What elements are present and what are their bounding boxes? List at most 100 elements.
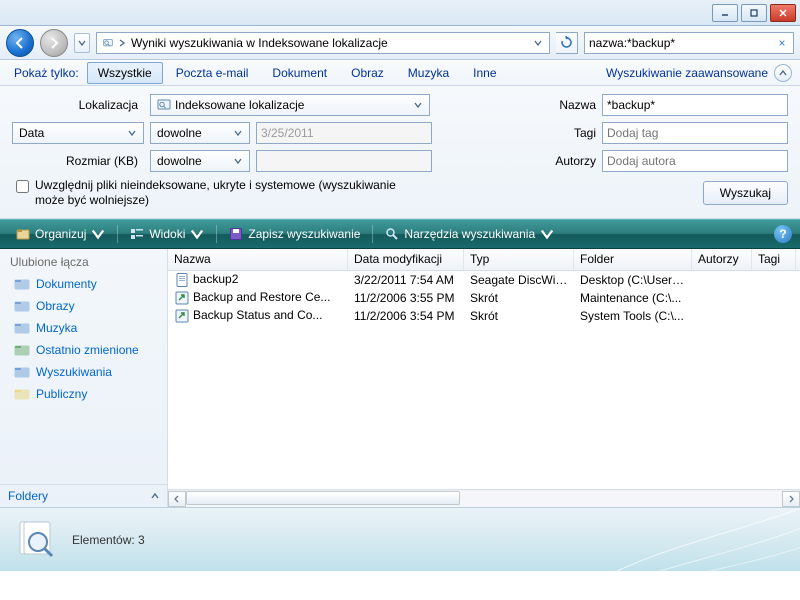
- address-dropdown[interactable]: [529, 39, 547, 47]
- file-rows: backup23/22/2011 7:54 AMSeagate DiscWiza…: [168, 271, 800, 489]
- command-bar: Organizuj Widoki Zapisz wyszukiwanie Nar…: [0, 219, 800, 249]
- organize-label: Organizuj: [35, 227, 86, 241]
- date-attribute-dropdown[interactable]: Data: [12, 122, 144, 144]
- help-button[interactable]: ?: [774, 225, 792, 243]
- tags-input[interactable]: [607, 126, 783, 140]
- authors-field[interactable]: [602, 150, 788, 172]
- column-header-3[interactable]: Folder: [574, 249, 692, 270]
- horizontal-scrollbar[interactable]: [168, 489, 800, 507]
- index-icon: [157, 98, 171, 112]
- filter-tab-music[interactable]: Muzyka: [397, 62, 460, 84]
- scroll-track[interactable]: [186, 491, 782, 507]
- include-nonindexed-checkbox[interactable]: [16, 180, 29, 193]
- scroll-thumb[interactable]: [186, 491, 460, 505]
- chevron-right-icon: [117, 39, 127, 47]
- sidebar-item-0[interactable]: Dokumenty: [0, 273, 167, 295]
- include-nonindexed-label: Uwzględnij pliki nieindeksowane, ukryte …: [35, 178, 415, 208]
- forward-button[interactable]: [40, 29, 68, 57]
- size-input: [261, 154, 427, 168]
- sidebar-item-label: Publiczny: [36, 387, 87, 401]
- save-search-button[interactable]: Zapisz wyszukiwanie: [221, 224, 368, 244]
- folders-label: Foldery: [8, 489, 48, 503]
- breadcrumb-text[interactable]: Wyniki wyszukiwania w Indeksowane lokali…: [127, 33, 392, 53]
- recent-pages-dropdown[interactable]: [74, 33, 90, 53]
- minimize-button[interactable]: [712, 4, 738, 22]
- folder-icon: [14, 386, 30, 402]
- location-dropdown[interactable]: Indeksowane lokalizacje: [150, 94, 430, 116]
- authors-label: Autorzy: [542, 154, 602, 168]
- chevron-down-icon: [411, 101, 425, 109]
- close-button[interactable]: [770, 4, 796, 22]
- sidebar-item-2[interactable]: Muzyka: [0, 317, 167, 339]
- sidebar: Ulubione łącza DokumentyObrazyMuzykaOsta…: [0, 249, 168, 507]
- scroll-right-button[interactable]: [782, 491, 800, 507]
- advanced-search-toggle[interactable]: Wyszukiwanie zaawansowane: [602, 66, 772, 80]
- size-field: [256, 150, 432, 172]
- tags-field[interactable]: [602, 122, 788, 144]
- date-condition-value: dowolne: [157, 126, 231, 140]
- content-split: Ulubione łącza DokumentyObrazyMuzykaOsta…: [0, 249, 800, 507]
- table-row[interactable]: backup23/22/2011 7:54 AMSeagate DiscWiza…: [168, 271, 800, 289]
- navigation-bar: Wyniki wyszukiwania w Indeksowane lokali…: [0, 26, 800, 60]
- search-button[interactable]: Wyszukaj: [703, 181, 788, 205]
- name-label: Nazwa: [542, 98, 602, 112]
- sidebar-item-5[interactable]: Publiczny: [0, 383, 167, 405]
- organize-icon: [16, 227, 30, 241]
- folder-icon: [14, 276, 30, 292]
- search-input[interactable]: [589, 36, 775, 50]
- chevron-down-icon: [231, 157, 245, 165]
- tags-label: Tagi: [542, 126, 602, 140]
- refresh-button[interactable]: [556, 32, 578, 54]
- views-menu[interactable]: Widoki: [122, 224, 212, 244]
- chevron-down-icon: [231, 129, 245, 137]
- collapse-advanced-icon[interactable]: [774, 64, 792, 82]
- filter-tab-image[interactable]: Obraz: [340, 62, 395, 84]
- filter-tab-all[interactable]: Wszystkie: [87, 62, 163, 84]
- advanced-search-pane: Lokalizacja Indeksowane lokalizacje Nazw…: [0, 86, 800, 219]
- back-button[interactable]: [6, 29, 34, 57]
- save-search-label: Zapisz wyszukiwanie: [248, 227, 360, 241]
- column-header-5[interactable]: Tagi: [752, 249, 796, 270]
- authors-input[interactable]: [607, 154, 783, 168]
- column-header-4[interactable]: Autorzy: [692, 249, 752, 270]
- maximize-button[interactable]: [741, 4, 767, 22]
- date-attribute-value: Data: [19, 126, 125, 140]
- search-box[interactable]: ×: [584, 32, 794, 54]
- file-list-pane: NazwaData modyfikacjiTypFolderAutorzyTag…: [168, 249, 800, 507]
- address-bar[interactable]: Wyniki wyszukiwania w Indeksowane lokali…: [96, 32, 550, 54]
- sidebar-item-3[interactable]: Ostatnio zmienione: [0, 339, 167, 361]
- organize-menu[interactable]: Organizuj: [8, 224, 113, 244]
- details-pane: Elementów: 3: [0, 507, 800, 571]
- table-row[interactable]: Backup and Restore Ce...11/2/2006 3:55 P…: [168, 289, 800, 307]
- table-row[interactable]: Backup Status and Co...11/2/2006 3:54 PM…: [168, 307, 800, 325]
- date-field: [256, 122, 432, 144]
- search-tools-label: Narzędzia wyszukiwania: [404, 227, 535, 241]
- name-input[interactable]: [607, 98, 783, 112]
- window-titlebar: [0, 0, 800, 26]
- folder-icon: [14, 342, 30, 358]
- sidebar-item-4[interactable]: Wyszukiwania: [0, 361, 167, 383]
- folder-icon: [14, 320, 30, 336]
- filter-tab-email[interactable]: Poczta e-mail: [165, 62, 260, 84]
- search-tools-menu[interactable]: Narzędzia wyszukiwania: [377, 224, 562, 244]
- filter-tab-document[interactable]: Dokument: [261, 62, 338, 84]
- sidebar-item-1[interactable]: Obrazy: [0, 295, 167, 317]
- views-icon: [130, 227, 144, 241]
- column-header-2[interactable]: Typ: [464, 249, 574, 270]
- sidebar-item-label: Muzyka: [36, 321, 77, 335]
- sidebar-item-label: Ostatnio zmienione: [36, 343, 139, 357]
- size-condition-dropdown[interactable]: dowolne: [150, 150, 250, 172]
- file-icon: [174, 272, 190, 288]
- scroll-left-button[interactable]: [168, 491, 186, 507]
- column-header-0[interactable]: Nazwa: [168, 249, 348, 270]
- breadcrumb-root-icon[interactable]: [99, 33, 117, 53]
- filter-tab-other[interactable]: Inne: [462, 62, 507, 84]
- column-header-1[interactable]: Data modyfikacji: [348, 249, 464, 270]
- name-field[interactable]: [602, 94, 788, 116]
- location-label: Lokalizacja: [12, 98, 144, 112]
- filter-bar: Pokaż tylko: Wszystkie Poczta e-mail Dok…: [0, 60, 800, 86]
- chevron-down-icon: [125, 129, 139, 137]
- clear-search-icon[interactable]: ×: [775, 36, 789, 50]
- date-condition-dropdown[interactable]: dowolne: [150, 122, 250, 144]
- folders-toggle[interactable]: Foldery: [0, 484, 167, 507]
